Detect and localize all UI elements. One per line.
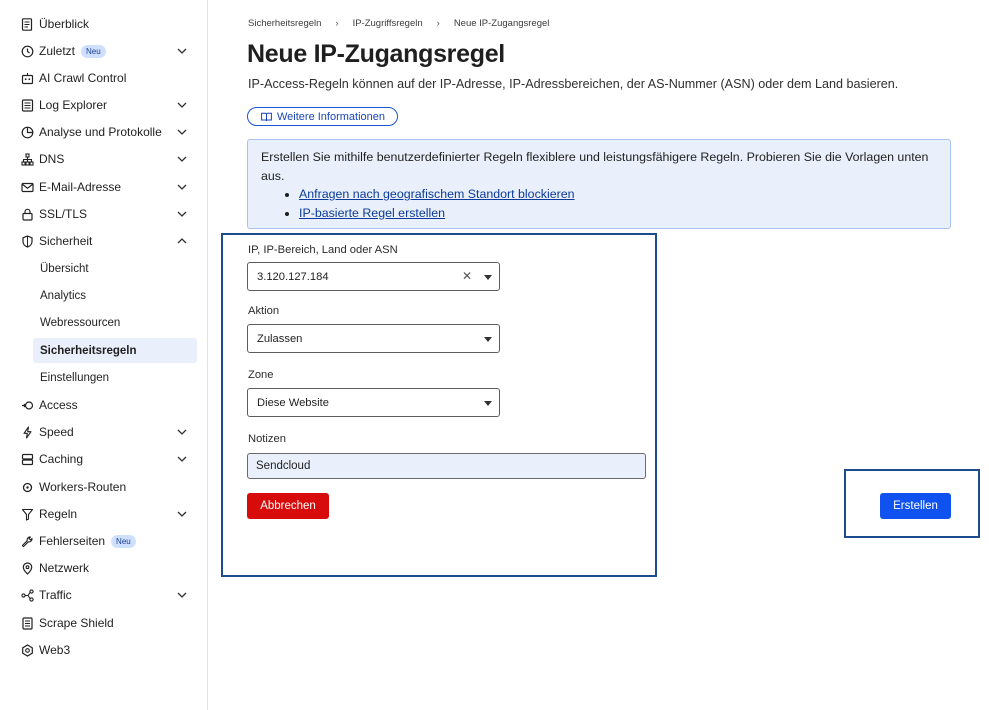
link-ip-rule[interactable]: IP-basierte Regel erstellen: [299, 206, 445, 220]
sidebar-item-label: Zuletzt: [39, 43, 76, 58]
book-icon: [261, 112, 272, 121]
sidebar-item-scrape-shield[interactable]: Scrape Shield: [0, 610, 207, 636]
clock-icon: [20, 44, 34, 58]
page-title: Neue IP-Zugangsregel: [247, 40, 505, 68]
sidebar-item-label: Workers-Routen: [39, 480, 127, 494]
traffic-icon: [20, 588, 34, 602]
sidebar-item-label: Web3: [39, 643, 71, 657]
network-icon: [20, 152, 34, 166]
web3-icon: [20, 643, 34, 657]
sidebar-item-label: Netzwerk: [39, 561, 90, 575]
form-highlight-box: [221, 233, 657, 577]
chevron-down-icon[interactable]: [176, 508, 188, 520]
link-geo-block[interactable]: Anfragen nach geografischem Standort blo…: [299, 187, 575, 201]
workers-icon: [20, 480, 34, 494]
sidebar-item-traffic[interactable]: Traffic: [0, 582, 207, 608]
sidebar-item-zuletzt[interactable]: Zuletzt Neu: [0, 38, 207, 64]
chevron-down-icon[interactable]: [176, 589, 188, 601]
create-highlight-box: [844, 469, 980, 538]
sidebar-item-workers-routen[interactable]: Workers-Routen: [0, 474, 207, 500]
sidebar-item-label: Analyse und Protokolle: [39, 125, 162, 139]
document-icon: [20, 17, 34, 31]
scrape-icon: [20, 616, 34, 630]
rules-icon: [20, 507, 34, 521]
breadcrumb-separator: ›: [335, 18, 339, 29]
sidebar-item-access[interactable]: Access: [0, 392, 207, 418]
sidebar-item-label: Fehlerseiten: [39, 533, 106, 548]
sidebar-item-label: Regeln: [39, 507, 78, 521]
chevron-down-icon[interactable]: [176, 208, 188, 220]
sidebar-sub-uebersicht[interactable]: Übersicht: [33, 256, 197, 281]
chart-icon: [20, 125, 34, 139]
sidebar-item-ssl-tls[interactable]: SSL/TLS: [0, 201, 207, 227]
sidebar-item-ai-crawl-control[interactable]: AI Crawl Control: [0, 65, 207, 91]
more-info-button[interactable]: Weitere Informationen: [247, 107, 399, 126]
access-icon: [20, 398, 34, 412]
new-badge: Neu: [81, 45, 106, 59]
page-subtitle: IP-Access-Regeln können auf der IP-Adres…: [248, 77, 899, 91]
chevron-down-icon[interactable]: [176, 153, 188, 165]
sidebar-item-analyse[interactable]: Analyse und Protokolle: [0, 119, 207, 145]
sidebar-item-netzwerk[interactable]: Netzwerk: [0, 555, 207, 581]
sidebar-item-label: Scrape Shield: [39, 616, 114, 630]
sidebar-item-label: E-Mail-Adresse: [39, 180, 122, 194]
sidebar-item-label: Log Explorer: [39, 98, 108, 112]
sidebar-item-regeln[interactable]: Regeln: [0, 501, 207, 527]
chevron-down-icon[interactable]: [176, 45, 188, 57]
sidebar-sub-analytics[interactable]: Analytics: [33, 283, 197, 308]
lock-icon: [20, 207, 34, 221]
location-icon: [20, 561, 34, 575]
sidebar-item-web3[interactable]: Web3: [0, 637, 207, 663]
robot-icon: [20, 71, 34, 85]
sidebar-item-label: Traffic: [39, 588, 72, 602]
sidebar-item-label: Speed: [39, 425, 74, 439]
sidebar-sub-sicherheitsregeln[interactable]: Sicherheitsregeln: [33, 338, 197, 363]
chevron-up-icon[interactable]: [176, 235, 188, 247]
sidebar-item-label: Caching: [39, 452, 84, 466]
breadcrumb-item-security-rules[interactable]: Sicherheitsregeln: [248, 18, 321, 29]
chevron-down-icon[interactable]: [176, 453, 188, 465]
sidebar-sub-einstellungen[interactable]: Einstellungen: [33, 365, 197, 390]
sidebar: Überblick Zuletzt Neu AI Crawl Control Lo…: [0, 0, 208, 710]
sidebar-item-label: Sicherheit: [39, 234, 93, 248]
chevron-down-icon[interactable]: [176, 126, 188, 138]
sidebar-item-label: AI Crawl Control: [39, 71, 127, 85]
sidebar-item-label: SSL/TLS: [39, 207, 88, 221]
shield-icon: [20, 234, 34, 248]
sidebar-item-email[interactable]: E-Mail-Adresse: [0, 174, 207, 200]
more-info-label: Weitere Informationen: [277, 110, 386, 123]
breadcrumb: Sicherheitsregeln › IP-Zugriffsregeln › …: [248, 18, 549, 29]
sidebar-item-log-explorer[interactable]: Log Explorer: [0, 92, 207, 118]
callout-links: Anfragen nach geografischem Standort blo…: [299, 185, 937, 222]
callout-text: Erstellen Sie mithilfe benutzerdefiniert…: [261, 150, 929, 183]
bolt-icon: [20, 425, 34, 439]
database-icon: [20, 452, 34, 466]
sidebar-sub-webressourcen[interactable]: Webressourcen: [33, 310, 197, 335]
sidebar-item-ueberblick[interactable]: Überblick: [0, 11, 207, 37]
sidebar-item-dns[interactable]: DNS: [0, 146, 207, 172]
mail-icon: [20, 180, 34, 194]
new-badge: Neu: [111, 535, 136, 549]
wrench-icon: [20, 534, 34, 548]
sidebar-item-sicherheit[interactable]: Sicherheit: [0, 228, 207, 254]
sidebar-item-caching[interactable]: Caching: [0, 446, 207, 472]
chevron-down-icon[interactable]: [176, 181, 188, 193]
breadcrumb-item-ip-access-rules[interactable]: IP-Zugriffsregeln: [353, 18, 423, 29]
chevron-down-icon[interactable]: [176, 99, 188, 111]
log-icon: [20, 98, 34, 112]
sidebar-item-label: Überblick: [39, 17, 90, 31]
sidebar-item-label: Access: [39, 398, 78, 412]
breadcrumb-separator: ›: [436, 18, 440, 29]
sidebar-item-fehlerseiten[interactable]: Fehlerseiten Neu: [0, 528, 207, 554]
breadcrumb-item-current: Neue IP-Zugangsregel: [453, 18, 550, 29]
sidebar-item-label: DNS: [39, 152, 65, 166]
templates-callout: Erstellen Sie mithilfe benutzerdefiniert…: [247, 139, 951, 229]
sidebar-item-speed[interactable]: Speed: [0, 419, 207, 445]
chevron-down-icon[interactable]: [176, 426, 188, 438]
